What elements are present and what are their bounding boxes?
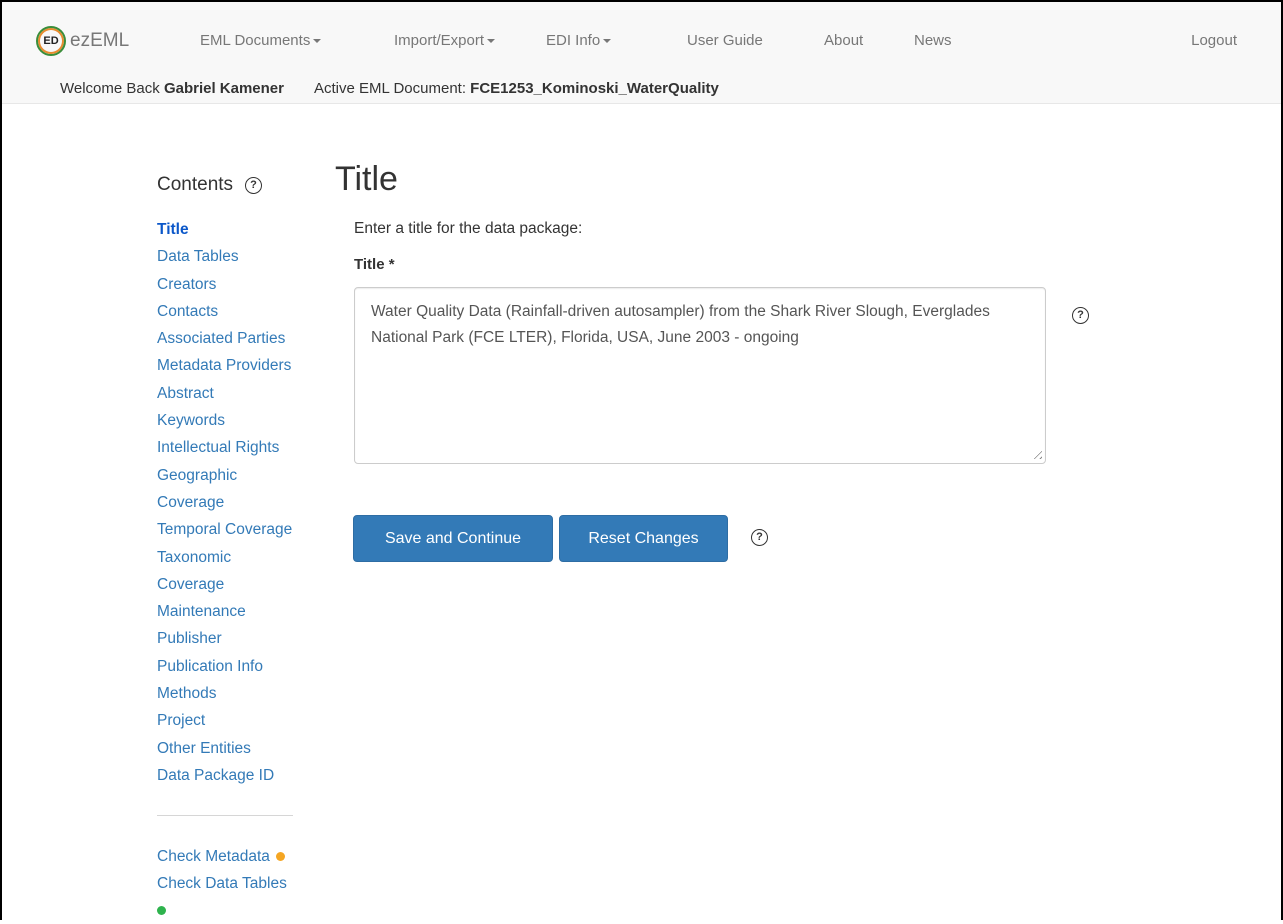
sidebar-item: Other Entities [157, 735, 332, 762]
nav-menu: EML Documents Import/Export EDI Info Use… [200, 32, 952, 49]
check-data-tables-link[interactable]: Check Data Tables [157, 875, 287, 892]
sidebar-item: Contacts [157, 298, 332, 325]
welcome-bar: Welcome Back Gabriel Kamener Active EML D… [60, 80, 719, 97]
sidebar-item: Maintenance [157, 598, 332, 625]
sidebar-link-geographic[interactable]: Geographic [157, 467, 237, 484]
sidebar-link-data-package-id[interactable]: Data Package ID [157, 767, 274, 784]
sidebar-link-publisher[interactable]: Publisher [157, 630, 222, 647]
sidebar-link-coverage[interactable]: Coverage [157, 576, 224, 593]
active-doc-label: Active EML Document: [314, 80, 466, 97]
sidebar-link-maintenance[interactable]: Maintenance [157, 603, 246, 620]
logout-link[interactable]: Logout [1191, 32, 1237, 49]
welcome-user: Gabriel Kamener [163, 80, 284, 97]
sidebar-item: Creators [157, 271, 332, 298]
nav-edi-info[interactable]: EDI Info [546, 32, 687, 49]
title-field-label: Title * [354, 256, 395, 273]
sidebar-item: Publication Info [157, 653, 332, 680]
sidebar-item: Temporal Coverage [157, 516, 332, 543]
sidebar-link-publication-info[interactable]: Publication Info [157, 658, 263, 675]
sidebar-item: Taxonomic [157, 544, 332, 571]
sidebar-link-coverage[interactable]: Coverage [157, 494, 224, 511]
buttons-help-icon[interactable]: ? [751, 529, 768, 546]
contents-nav: Title Data Tables Creators Contacts Associat… [157, 216, 332, 789]
sidebar-item: Data Tables [157, 243, 332, 270]
sidebar-item: Project [157, 707, 332, 734]
sidebar-link-contacts[interactable]: Contacts [157, 303, 218, 320]
caret-down-icon [603, 39, 612, 44]
welcome-prefix: Welcome Back [60, 80, 160, 97]
sidebar-link-project[interactable]: Project [157, 712, 205, 729]
sidebar-item: Coverage [157, 489, 332, 516]
data-tables-status-dot-icon [157, 906, 166, 916]
title-textarea[interactable] [354, 287, 1046, 464]
sidebar-link-associated-parties[interactable]: Associated Parties [157, 330, 285, 347]
caret-down-icon [487, 39, 496, 44]
contents-heading: Contents ? [157, 174, 263, 196]
reset-changes-button[interactable]: Reset Changes [559, 515, 728, 562]
brand-name: ezEML [70, 30, 130, 51]
check-metadata-link[interactable]: Check Metadata [157, 848, 270, 865]
save-and-continue-button[interactable]: Save and Continue [353, 515, 553, 562]
sidebar-item: Keywords [157, 407, 332, 434]
sidebar-link-keywords[interactable]: Keywords [157, 412, 225, 429]
nav-about[interactable]: About [824, 32, 914, 49]
sidebar-item: Metadata Providers [157, 352, 332, 379]
sidebar-item: Intellectual Rights [157, 434, 332, 461]
sidebar-item: Abstract [157, 380, 332, 407]
sidebar-divider [157, 815, 293, 816]
sidebar-item: Title [157, 216, 332, 243]
sidebar-link-title[interactable]: Title [157, 221, 189, 238]
nav-news[interactable]: News [914, 32, 952, 49]
title-prompt: Enter a title for the data package: [354, 220, 583, 237]
sidebar-item: Associated Parties [157, 325, 332, 352]
sidebar-item: Publisher [157, 625, 332, 652]
sidebar-link-abstract[interactable]: Abstract [157, 385, 214, 402]
sidebar-item: Methods [157, 680, 332, 707]
sidebar-link-intellectual-rights[interactable]: Intellectual Rights [157, 439, 279, 456]
caret-down-icon [313, 39, 322, 44]
sidebar-link-methods[interactable]: Methods [157, 685, 216, 702]
check-links: Check Metadata Check Data Tables [157, 843, 347, 924]
nav-eml-documents[interactable]: EML Documents [200, 32, 394, 49]
active-doc-name: FCE1253_Kominoski_WaterQuality [470, 80, 719, 97]
contents-help-icon[interactable]: ? [245, 176, 263, 194]
sidebar-item: Geographic [157, 462, 332, 489]
sidebar-link-other-entities[interactable]: Other Entities [157, 740, 251, 757]
navbar: ED ezEML EML Documents Import/Export EDI… [2, 2, 1281, 104]
sidebar-link-temporal-coverage[interactable]: Temporal Coverage [157, 521, 292, 538]
sidebar-link-metadata-providers[interactable]: Metadata Providers [157, 357, 291, 374]
nav-import-export[interactable]: Import/Export [394, 32, 546, 49]
page-title: Title [335, 160, 398, 198]
brand[interactable]: ED ezEML [36, 26, 129, 56]
title-help-icon[interactable]: ? [1072, 307, 1089, 324]
nav-user-guide[interactable]: User Guide [687, 32, 824, 49]
sidebar-link-taxonomic[interactable]: Taxonomic [157, 549, 231, 566]
sidebar-item: Data Package ID [157, 762, 332, 789]
sidebar-link-creators[interactable]: Creators [157, 276, 216, 293]
sidebar-item: Coverage [157, 571, 332, 598]
sidebar-link-data-tables[interactable]: Data Tables [157, 248, 239, 265]
metadata-status-dot-icon [275, 852, 285, 862]
edi-logo-icon: ED [36, 26, 66, 56]
